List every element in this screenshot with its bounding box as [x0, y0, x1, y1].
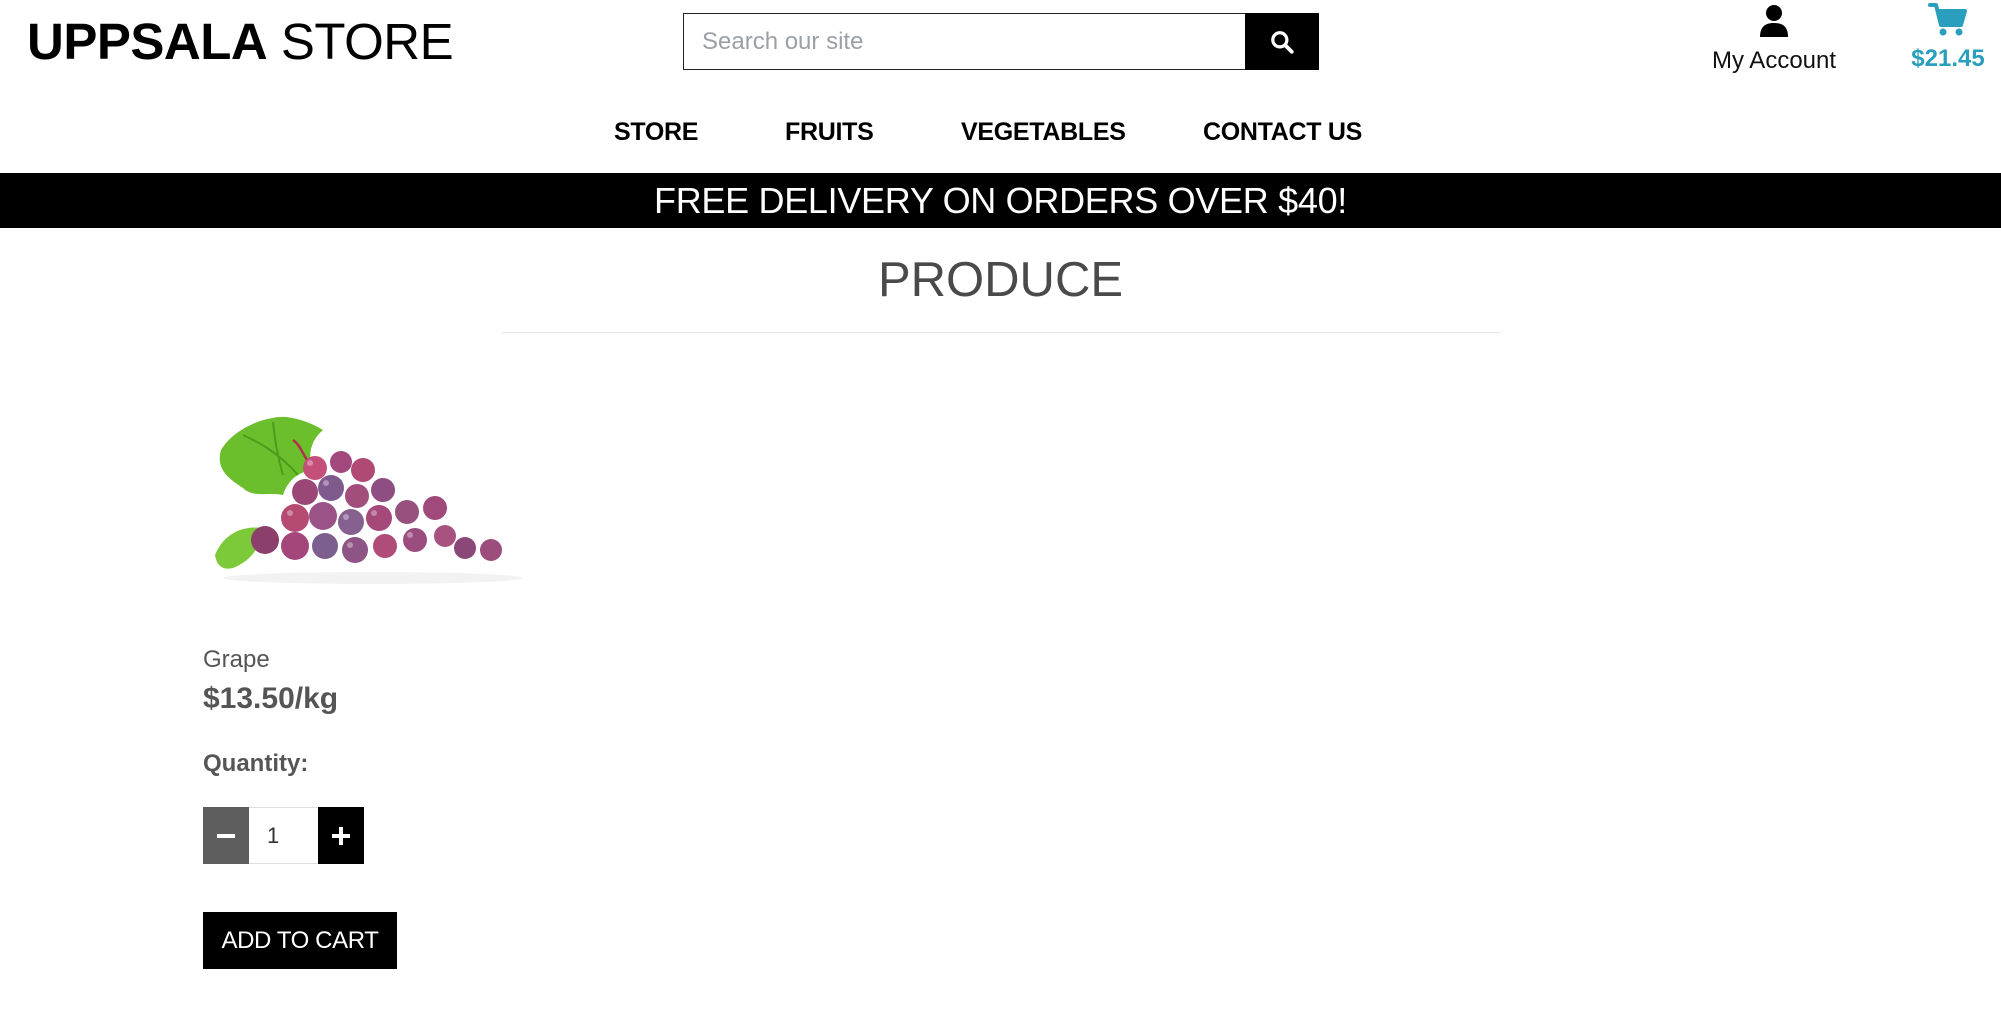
quantity-input[interactable]	[249, 807, 318, 864]
logo-light-text: STORE	[280, 13, 454, 70]
user-icon	[1760, 5, 1788, 37]
nav-item-fruits[interactable]: FRUITS	[785, 118, 874, 147]
my-account-link[interactable]: My Account	[1700, 4, 1848, 75]
cart-total: $21.45	[1911, 45, 1985, 72]
search-input[interactable]	[683, 13, 1245, 70]
search-icon	[1271, 30, 1294, 54]
store-logo[interactable]: UPPSALA STORE	[27, 13, 454, 70]
cart-link[interactable]: $21.45	[1888, 2, 2001, 73]
product-name: Grape	[203, 646, 270, 673]
increase-quantity-button[interactable]	[318, 807, 364, 864]
product-price: $13.50/kg	[203, 682, 339, 715]
search-button[interactable]	[1245, 13, 1319, 70]
search-bar	[683, 13, 1319, 70]
plus-icon	[332, 826, 350, 845]
my-account-label: My Account	[1711, 47, 1837, 74]
quantity-stepper	[203, 807, 364, 864]
quantity-label: Quantity:	[203, 750, 309, 777]
decrease-quantity-button[interactable]	[203, 807, 249, 864]
add-to-cart-button[interactable]: ADD TO CART	[203, 912, 397, 969]
logo-bold-text: UPPSALA	[27, 13, 268, 70]
minus-icon	[217, 833, 235, 838]
grape-product-image[interactable]	[203, 400, 523, 600]
free-delivery-banner: FREE DELIVERY ON ORDERS OVER $40!	[0, 173, 2001, 228]
title-divider	[502, 332, 1500, 333]
page-title: PRODUCE	[877, 253, 1124, 307]
nav-item-store[interactable]: STORE	[614, 118, 698, 147]
nav-item-contact-us[interactable]: CONTACT US	[1203, 118, 1362, 147]
site-header: UPPSALA STORE My Account $21.45 STORE FR…	[0, 0, 2001, 173]
shopping-cart-icon	[1928, 3, 1967, 36]
product-card: Grape $13.50/kg Quantity: ADD TO CART	[203, 400, 533, 969]
main-nav: STORE FRUITS VEGETABLES CONTACT US	[0, 118, 2001, 148]
nav-item-vegetables[interactable]: VEGETABLES	[961, 118, 1126, 147]
